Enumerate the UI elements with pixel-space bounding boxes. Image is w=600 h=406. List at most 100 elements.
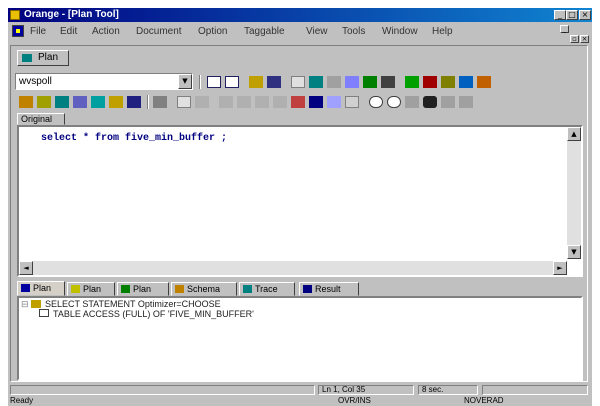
status-panel (10, 385, 315, 395)
disconnect-icon[interactable] (423, 76, 437, 88)
goto-line-icon[interactable] (459, 96, 473, 108)
execute-icon[interactable] (207, 76, 221, 88)
plan-tree-panel: ⊟ SELECT STATEMENT Optimizer=CHOOSE TABL… (17, 296, 583, 381)
folder-icon[interactable] (249, 76, 263, 88)
document-menu-icon[interactable] (12, 25, 24, 37)
save-icon[interactable] (267, 76, 281, 88)
database-icon[interactable] (459, 76, 473, 88)
bookmark-icon[interactable] (369, 96, 383, 108)
tab-schema[interactable]: Schema (171, 282, 237, 296)
open-icon[interactable] (37, 96, 51, 108)
cut-icon[interactable] (291, 76, 305, 88)
minimize-button[interactable]: _ (554, 10, 566, 20)
tree-node[interactable]: SELECT STATEMENT Optimizer=CHOOSE (45, 299, 221, 309)
menu-document[interactable]: Document (136, 26, 182, 37)
new-icon[interactable] (19, 96, 33, 108)
tab-original[interactable]: Original (17, 113, 65, 125)
scroll-left-button[interactable]: ◄ (19, 261, 33, 275)
commit-icon[interactable] (381, 76, 395, 88)
tab-plan-tree[interactable]: Plan (17, 281, 65, 296)
rad-indicator: NOVERAD (464, 396, 504, 405)
schema-select[interactable]: wvspoll ▼ (15, 73, 193, 90)
table-icon (39, 309, 49, 317)
plan-graph-icon (121, 285, 130, 293)
goto-bookmark-icon[interactable] (387, 96, 401, 108)
menu-view[interactable]: View (306, 26, 328, 37)
cursor-position: Ln 1, Col 35 (318, 385, 414, 395)
close-button[interactable]: × (579, 10, 591, 20)
menu-file[interactable]: File (30, 26, 46, 37)
tree-expander-icon[interactable]: ⊟ (21, 299, 29, 310)
menu-bar: File Edit Action Document Option Taggabl… (8, 23, 592, 43)
print-icon[interactable] (153, 96, 167, 108)
sql-editor[interactable]: select * from five_min_buffer ; ▲ ▼ ◄ ► (17, 125, 583, 277)
tab-plan-text[interactable]: Plan (67, 282, 115, 296)
editor-horizontal-scrollbar[interactable]: ◄ ► (19, 261, 567, 275)
elapsed-time: 8 sec. (418, 385, 478, 395)
result-tabs: Plan Plan Plan Schema Trace Result (17, 281, 583, 296)
insert-mode-indicator: OVR/INS (338, 396, 371, 405)
replace-icon[interactable] (441, 96, 455, 108)
plan-text-icon (71, 285, 80, 293)
indent-icon[interactable] (237, 96, 251, 108)
menu-tools[interactable]: Tools (342, 26, 365, 37)
status-panel (482, 385, 588, 395)
title-bar[interactable]: Orange - [Plan Tool] _ □ × (8, 8, 592, 22)
scroll-down-button[interactable]: ▼ (567, 245, 581, 259)
uncomment-icon[interactable] (219, 96, 233, 108)
chevron-down-icon[interactable]: ▼ (178, 74, 192, 89)
menu-help[interactable]: Help (432, 26, 453, 37)
paste-icon[interactable] (327, 76, 341, 88)
schema-select-value: wvspoll (19, 76, 52, 87)
tab-label: Trace (255, 284, 278, 294)
schema-browser-icon[interactable] (441, 76, 455, 88)
maximize-button[interactable]: □ (566, 10, 578, 20)
scroll-up-button[interactable]: ▲ (567, 127, 581, 141)
scroll-right-button[interactable]: ► (553, 261, 567, 275)
tools-icon[interactable] (477, 76, 491, 88)
plan-tree-icon (21, 284, 30, 292)
copy-icon[interactable] (309, 76, 323, 88)
save-file-icon[interactable] (127, 96, 141, 108)
window-title: Orange - [Plan Tool] (24, 9, 119, 20)
mdi-close-button[interactable]: × (580, 35, 589, 43)
tab-trace[interactable]: Trace (239, 282, 295, 296)
tab-plan-graph[interactable]: Plan (117, 282, 169, 296)
folder-open-icon[interactable] (109, 96, 123, 108)
find-icon[interactable] (423, 96, 437, 108)
next-icon[interactable] (405, 96, 419, 108)
upper-case-icon[interactable] (273, 96, 287, 108)
filter-icon[interactable] (73, 96, 87, 108)
toolbar-separator (147, 95, 149, 109)
history-icon[interactable] (327, 96, 341, 108)
app-icon[interactable] (10, 10, 20, 20)
format-icon[interactable] (177, 96, 191, 108)
reload-icon[interactable] (55, 96, 69, 108)
connect-icon[interactable] (405, 76, 419, 88)
menu-window[interactable]: Window (382, 26, 418, 37)
tree-node[interactable]: TABLE ACCESS (FULL) OF 'FIVE_MIN_BUFFER' (53, 309, 254, 319)
sql-text[interactable]: select * from five_min_buffer ; (41, 133, 227, 144)
sub-tab-label: Original (21, 114, 53, 124)
menu-taggable[interactable]: Taggable (244, 26, 285, 37)
options-icon[interactable] (345, 96, 359, 108)
mdi-minimize-button[interactable]: _ (560, 25, 569, 33)
menu-action[interactable]: Action (92, 26, 120, 37)
lower-case-icon[interactable] (291, 96, 305, 108)
tab-result[interactable]: Result (299, 282, 359, 296)
redo-icon[interactable] (363, 76, 377, 88)
menu-option[interactable]: Option (198, 26, 227, 37)
table-icon[interactable] (91, 96, 105, 108)
outdent-icon[interactable] (255, 96, 269, 108)
undo-icon[interactable] (345, 76, 359, 88)
explain-icon[interactable] (309, 96, 323, 108)
app-window: Orange - [Plan Tool] _ □ × File Edit Act… (8, 8, 592, 406)
menu-edit[interactable]: Edit (60, 26, 77, 37)
editor-vertical-scrollbar[interactable]: ▲ ▼ (567, 127, 581, 259)
toolbar-separator (199, 75, 201, 89)
schema-icon (175, 285, 184, 293)
execute-all-icon[interactable] (225, 76, 239, 88)
tab-plan-document[interactable]: Plan (17, 50, 69, 66)
comment-icon[interactable] (195, 96, 209, 108)
mdi-restore-button[interactable]: ▫ (570, 35, 579, 43)
